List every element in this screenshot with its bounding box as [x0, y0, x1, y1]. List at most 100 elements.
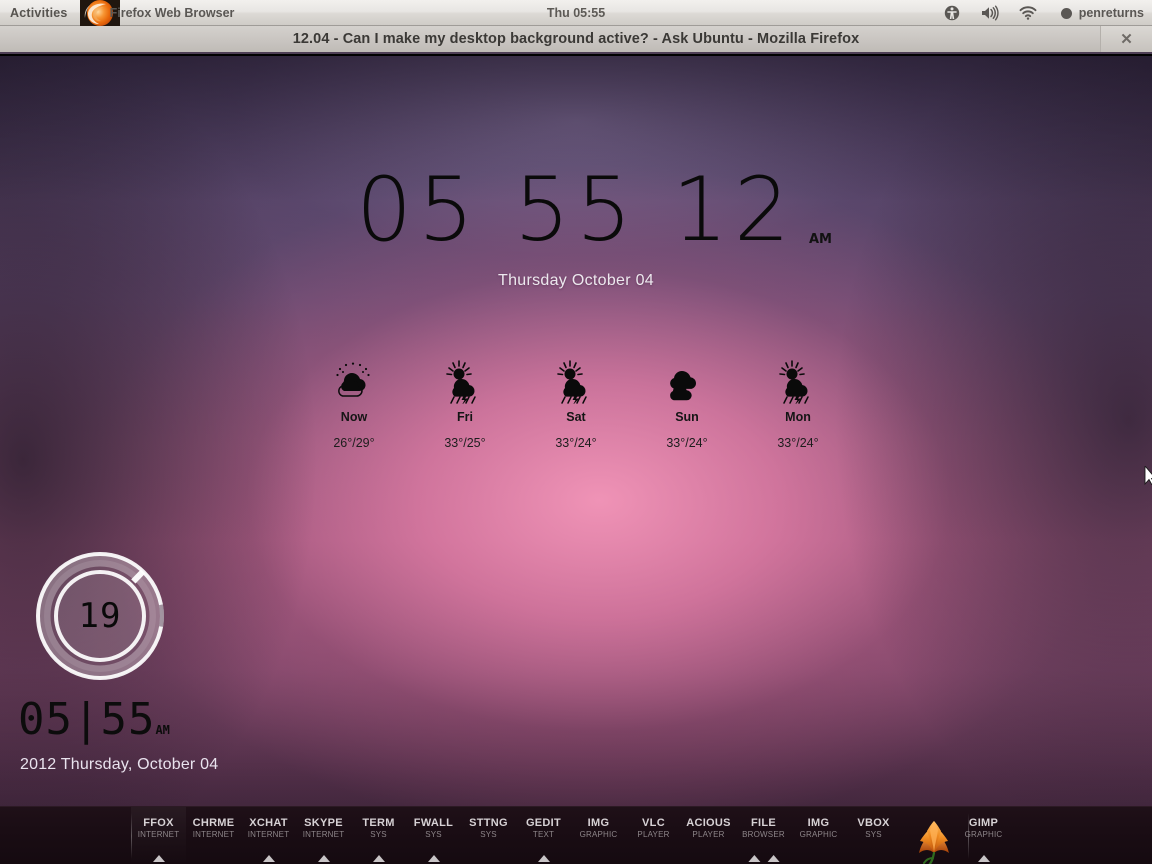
- dock-item-sublabel: SYS: [480, 830, 497, 839]
- dock-item-sublabel: INTERNET: [302, 830, 345, 839]
- dock-item-vlc[interactable]: VLC PLAYER: [626, 807, 681, 864]
- dock-item-sublabel: SYS: [865, 830, 882, 839]
- dock-items: FFOX INTERNET CHRME INTERNET XCHAT INTER…: [131, 807, 1011, 864]
- weather-day-label: Sat: [566, 410, 586, 424]
- dock-item-chrme[interactable]: CHRME INTERNET: [186, 807, 241, 864]
- dock-item-sublabel: SYS: [425, 830, 442, 839]
- dock-item-sublabel: INTERNET: [247, 830, 290, 839]
- sun-thunderstorm-icon: [768, 356, 828, 404]
- dock-item-label: SKYPE: [304, 817, 343, 829]
- weather-day-label: Mon: [785, 410, 811, 424]
- weather-day-cell: Fri 33°/25°: [435, 356, 495, 450]
- weather-temp-label: 26°/29°: [333, 436, 375, 450]
- running-indicator: [427, 855, 440, 862]
- dock-item-sttng[interactable]: STTNG SYS: [461, 807, 516, 864]
- user-menu[interactable]: penreturns: [1060, 6, 1144, 20]
- desktop-wallpaper[interactable]: 05 55 12 AM Thursday October 04 Now 26°/…: [0, 56, 1152, 864]
- dock-item-gedit[interactable]: GEDIT TEXT: [516, 807, 571, 864]
- dock-bar: FFOX INTERNET CHRME INTERNET XCHAT INTER…: [0, 806, 1152, 864]
- window-titlebar: 12.04 - Can I make my desktop background…: [0, 26, 1152, 54]
- dock-item-vbox[interactable]: VBOX SYS: [846, 807, 901, 864]
- app-menu-label: Firefox Web Browser: [109, 5, 235, 20]
- weather-day-label: Now: [340, 410, 368, 424]
- dock-item-label: VLC: [642, 817, 665, 829]
- running-indicator: [372, 855, 385, 862]
- weather-temp-label: 33°/24°: [666, 436, 708, 450]
- dock-item-label: FWALL: [413, 817, 454, 829]
- dock-item-sublabel: GRAPHIC: [799, 830, 838, 839]
- dock-item-file-browser[interactable]: FILE BROWSER: [736, 807, 791, 864]
- dock-item-label: IMG: [807, 817, 830, 829]
- conky-clock-time-wrap: 05|55AM: [18, 698, 170, 742]
- desktop-screen: Activities Firefox Web Browser Thu 05:55…: [0, 0, 1152, 864]
- dock-item-label: XCHAT: [249, 817, 288, 829]
- desktop-clock-time: 05 55 12: [356, 158, 796, 261]
- wifi-icon[interactable]: [1019, 4, 1037, 22]
- dock-item-sublabel: SYS: [370, 830, 387, 839]
- weather-temp-label: 33°/24°: [777, 436, 819, 450]
- dock-item-sublabel: INTERNET: [137, 830, 180, 839]
- dock-item-label: FFOX: [143, 817, 174, 829]
- dock-item-sublabel: GRAPHIC: [964, 830, 1003, 839]
- dock-item-label: CHRME: [192, 817, 235, 829]
- cloudy-icon: [657, 356, 717, 404]
- weather-day-label: Sun: [675, 410, 699, 424]
- dock-item-ffox[interactable]: FFOX INTERNET: [131, 807, 186, 864]
- conky-widget: 19 05|55AM 2012 Thursday, October 04: [0, 546, 260, 774]
- ring-gauge: 19: [30, 546, 170, 686]
- running-indicator: [767, 855, 780, 862]
- window-title: 12.04 - Can I make my desktop background…: [292, 31, 860, 47]
- running-indicator: [977, 855, 990, 862]
- sun-thunderstorm-icon: [435, 356, 495, 404]
- close-icon[interactable]: ✕: [1100, 26, 1152, 52]
- conky-clock-time: 05|55: [18, 694, 156, 745]
- weather-widget: Now 26°/29° Fri 33°/25° Sat 33°/24° Sun …: [0, 356, 1152, 450]
- dock-item-term[interactable]: TERM SYS: [351, 807, 406, 864]
- ring-gauge-value: 19: [78, 596, 122, 636]
- dock-item-gimp[interactable]: GIMP GRAPHIC: [956, 807, 1011, 864]
- user-name-label: penreturns: [1078, 6, 1144, 20]
- conky-clock-meridiem: AM: [155, 723, 170, 737]
- weather-temp-label: 33°/24°: [555, 436, 597, 450]
- weather-temp-label: 33°/25°: [444, 436, 486, 450]
- running-indicator: [537, 855, 550, 862]
- dock-item-sublabel: TEXT: [532, 830, 555, 839]
- running-indicator: [317, 855, 330, 862]
- accessibility-icon[interactable]: [943, 4, 961, 22]
- dock-item-skype[interactable]: SKYPE INTERNET: [296, 807, 351, 864]
- desktop-clock-widget: 05 55 12 AM Thursday October 04: [0, 166, 1152, 290]
- dock-item-label: TERM: [362, 817, 395, 829]
- dock-item-fwall[interactable]: FWALL SYS: [406, 807, 461, 864]
- dock-item-label: FILE: [750, 817, 777, 829]
- weather-day-label: Fri: [457, 410, 473, 424]
- weather-day-cell: Mon 33°/24°: [768, 356, 828, 450]
- system-tray: penreturns: [943, 0, 1144, 26]
- running-indicator: [747, 855, 760, 862]
- weather-day-cell: Sun 33°/24°: [657, 356, 717, 450]
- dock-item-img-graphic-1[interactable]: IMG GRAPHIC: [571, 807, 626, 864]
- desktop-clock-meridiem: AM: [808, 232, 832, 247]
- top-panel: Activities Firefox Web Browser Thu 05:55…: [0, 0, 1152, 26]
- dock-item-label: ACIOUS: [686, 817, 731, 829]
- dock-item-sublabel: PLAYER: [637, 830, 670, 839]
- dock-item-img-graphic-2[interactable]: IMG GRAPHIC: [791, 807, 846, 864]
- running-indicator: [152, 855, 165, 862]
- weather-day-cell: Now 26°/29°: [324, 356, 384, 450]
- dock-item-sublabel: PLAYER: [692, 830, 725, 839]
- dock-item-label: VBOX: [857, 817, 890, 829]
- dock-item-label: GIMP: [968, 817, 999, 829]
- weather-day-cell: Sat 33°/24°: [546, 356, 606, 450]
- dock-item-sublabel: INTERNET: [192, 830, 235, 839]
- volume-icon[interactable]: [981, 4, 999, 22]
- dock-item-acious[interactable]: ACIOUS PLAYER: [681, 807, 736, 864]
- running-indicator: [262, 855, 275, 862]
- chat-bubble-icon: [1060, 7, 1072, 19]
- dock-item-sublabel: GRAPHIC: [579, 830, 618, 839]
- dock-item-sublabel: BROWSER: [742, 830, 785, 839]
- conky-clock-date: 2012 Thursday, October 04: [20, 756, 219, 773]
- dock-item-label: STTNG: [469, 817, 508, 829]
- desktop-clock-time-wrap: 05 55 12 AM: [356, 166, 832, 254]
- dock-item-xchat[interactable]: XCHAT INTERNET: [241, 807, 296, 864]
- desktop-clock-date: Thursday October 04: [498, 272, 654, 289]
- dock-item-label: IMG: [587, 817, 610, 829]
